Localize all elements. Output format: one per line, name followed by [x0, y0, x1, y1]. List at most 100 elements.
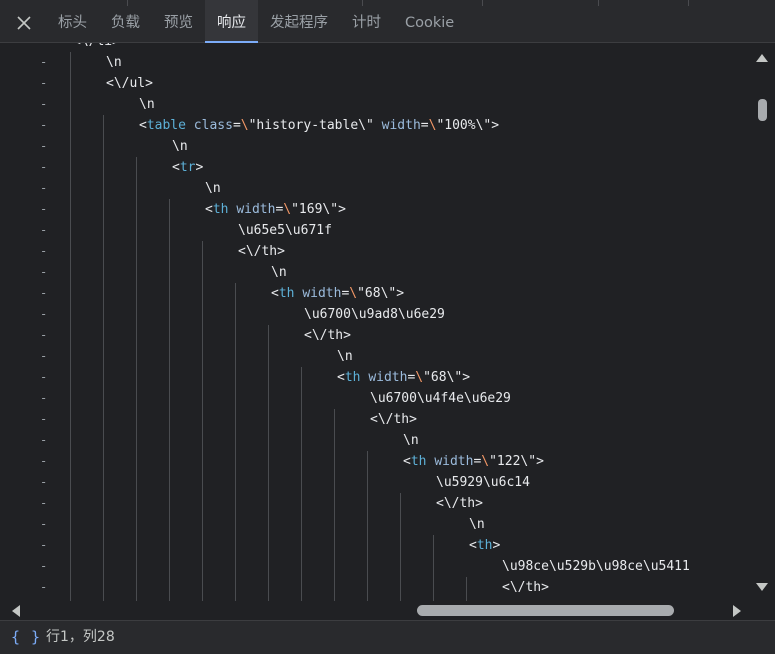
vertical-scrollbar[interactable]: [750, 43, 775, 601]
code-text: <\/th>: [304, 325, 351, 346]
tab-5[interactable]: 计时: [340, 0, 393, 43]
fold-toggle-icon[interactable]: -: [40, 451, 50, 472]
code-line: - <th>: [0, 535, 748, 556]
code-token: th: [212, 202, 229, 217]
code-line: - <\/th>: [0, 325, 748, 346]
code-text: \n: [205, 178, 221, 199]
fold-toggle-icon[interactable]: -: [40, 73, 50, 94]
horizontal-scrollbar[interactable]: [0, 601, 750, 620]
code-token: >: [492, 538, 501, 553]
scroll-left-arrow-icon[interactable]: [12, 605, 20, 617]
code-text: <\/li>: [73, 43, 120, 52]
tab-0[interactable]: 标头: [46, 0, 99, 43]
code-text: \n: [172, 136, 188, 157]
scroll-right-arrow-icon[interactable]: [733, 605, 741, 617]
fold-toggle-icon[interactable]: -: [40, 388, 50, 409]
code-token: "history-table\": [248, 118, 382, 133]
scroll-up-arrow-icon[interactable]: [756, 54, 768, 62]
code-text: <\/th>: [502, 577, 549, 598]
code-line: - \n: [0, 346, 748, 367]
code-token: class: [193, 118, 233, 133]
tab-3[interactable]: 响应: [205, 0, 258, 43]
code-text: \u6700\u9ad8\u6e29: [304, 304, 445, 325]
code-token: \: [481, 454, 490, 469]
fold-toggle-icon[interactable]: -: [40, 493, 50, 514]
fold-toggle-icon[interactable]: -: [40, 430, 50, 451]
response-code-viewer[interactable]: <\/li>-\n-<\/ul>-\n-<table class=\"histo…: [0, 43, 775, 601]
code-token: width: [368, 370, 408, 385]
code-text: <th width=\"122\">: [403, 451, 544, 472]
code-token: th: [410, 454, 427, 469]
code-line: - <th width=\"122\">: [0, 451, 748, 472]
code-token: \n: [205, 181, 221, 196]
code-line: - \n: [0, 430, 748, 451]
fold-toggle-icon[interactable]: -: [40, 472, 50, 493]
fold-toggle-icon[interactable]: -: [40, 157, 50, 178]
fold-toggle-icon[interactable]: -: [40, 220, 50, 241]
code-line: - <\/th>: [0, 241, 748, 262]
code-line: - \n: [0, 52, 748, 73]
code-text: \u65e5\u671f: [238, 220, 332, 241]
code-token: <: [139, 118, 147, 133]
code-token: \: [415, 370, 424, 385]
status-bar: { } 行1，列28: [0, 620, 775, 654]
code-token: \u65e5\u671f: [238, 223, 332, 238]
tab-6[interactable]: Cookie: [393, 0, 466, 43]
vertical-scroll-thumb[interactable]: [758, 99, 767, 121]
code-token: <: [271, 286, 279, 301]
close-icon[interactable]: [14, 13, 34, 33]
fold-toggle-icon[interactable]: -: [40, 199, 50, 220]
fold-toggle-icon[interactable]: -: [40, 514, 50, 535]
code-line: - <tr>: [0, 157, 748, 178]
code-text: \n: [469, 514, 485, 535]
code-text: <tr>: [172, 157, 203, 178]
code-token: "169\">: [291, 202, 346, 217]
tab-bar: 标头 负载 预览 响应 发起程序 计时 Cookie: [0, 0, 775, 43]
code-token: \u6700\u4f4e\u6e29: [370, 391, 511, 406]
fold-toggle-icon[interactable]: -: [40, 367, 50, 388]
fold-toggle-icon[interactable]: -: [40, 325, 50, 346]
code-token: <: [337, 370, 345, 385]
tab-4[interactable]: 发起程序: [258, 0, 340, 43]
code-token: "122\">: [489, 454, 544, 469]
code-token: width: [381, 118, 421, 133]
scroll-down-arrow-icon[interactable]: [756, 583, 768, 591]
fold-toggle-icon[interactable]: -: [40, 346, 50, 367]
code-token: \n: [139, 97, 155, 112]
code-token: =: [420, 118, 429, 133]
code-token: \n: [106, 55, 122, 70]
code-text: \u98ce\u529b\u98ce\u5411: [502, 556, 690, 577]
fold-toggle-icon[interactable]: -: [40, 136, 50, 157]
pretty-print-icon[interactable]: { }: [11, 627, 41, 647]
code-text: \n: [271, 262, 287, 283]
fold-toggle-icon[interactable]: -: [40, 577, 50, 598]
fold-toggle-icon[interactable]: -: [40, 556, 50, 577]
code-text: <th>: [469, 535, 500, 556]
fold-toggle-icon[interactable]: -: [40, 283, 50, 304]
fold-toggle-icon[interactable]: -: [40, 262, 50, 283]
fold-toggle-icon[interactable]: -: [40, 115, 50, 136]
fold-toggle-icon[interactable]: -: [40, 304, 50, 325]
code-line: - <\/th>: [0, 577, 748, 598]
fold-toggle-icon[interactable]: -: [40, 178, 50, 199]
code-text: \n: [337, 346, 353, 367]
code-token: \n: [469, 517, 485, 532]
tab-2[interactable]: 预览: [152, 0, 205, 43]
code-line: - \u6700\u4f4e\u6e29: [0, 388, 748, 409]
fold-toggle-icon[interactable]: -: [40, 409, 50, 430]
code-token: \n: [271, 265, 287, 280]
code-token: <\/th>: [304, 328, 351, 343]
code-text: \n: [106, 52, 122, 73]
cursor-position: 行1，列28: [46, 629, 115, 645]
fold-toggle-icon[interactable]: -: [40, 52, 50, 73]
code-token: width: [302, 286, 342, 301]
fold-toggle-icon[interactable]: -: [40, 241, 50, 262]
code-line: <\/li>: [0, 43, 748, 52]
fold-toggle-icon[interactable]: -: [40, 535, 50, 556]
fold-toggle-icon[interactable]: -: [40, 94, 50, 115]
tab-1[interactable]: 负载: [99, 0, 152, 43]
code-text: \n: [139, 94, 155, 115]
horizontal-scroll-thumb[interactable]: [417, 605, 674, 616]
code-token: \n: [172, 139, 188, 154]
code-token: \u6700\u9ad8\u6e29: [304, 307, 445, 322]
